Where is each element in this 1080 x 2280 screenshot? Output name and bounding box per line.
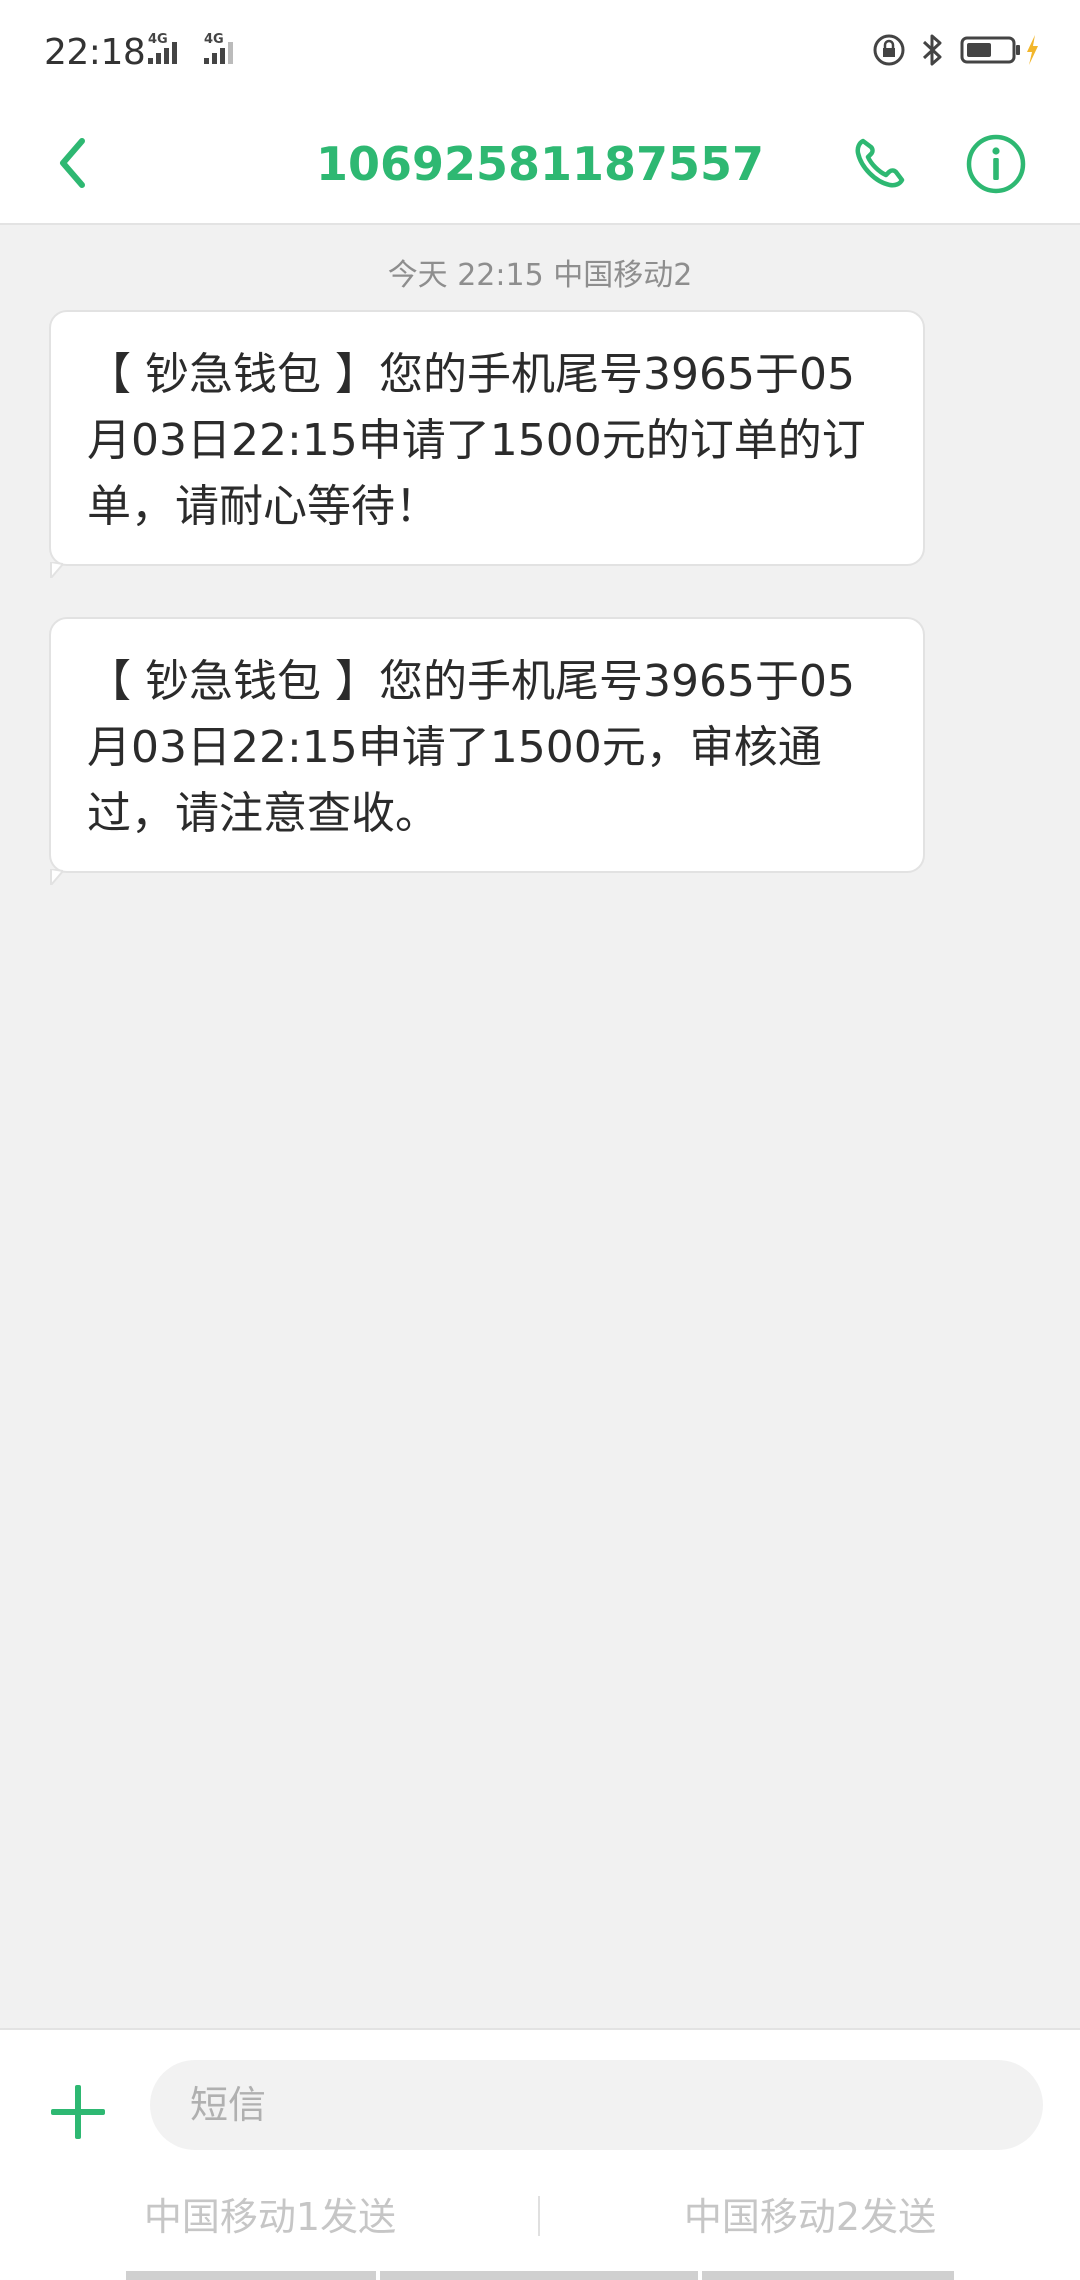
call-button[interactable]	[836, 121, 922, 207]
send-options: 中国移动1发送 中国移动2发送	[0, 2182, 1080, 2252]
add-attachment-button[interactable]	[42, 2076, 114, 2148]
battery-icon	[960, 36, 1020, 64]
bubble-tail	[50, 562, 63, 578]
status-time: 22:18	[44, 32, 146, 73]
nav-indicator	[702, 2271, 954, 2280]
composer-bar: 中国移动1发送 中国移动2发送	[0, 2028, 1080, 2280]
sim2-network-label: 4G	[204, 32, 224, 47]
message-text: 【 钞急钱包 】您的手机尾号3965于05月03日22:15申请了1500元的订…	[87, 349, 866, 532]
sms-conversation-screen: 22:18 4G 4G 10692581187557 今天 22:15 中国移动…	[0, 0, 1080, 2280]
incoming-message-bubble[interactable]: 【 钞急钱包 】您的手机尾号3965于05月03日22:15申请了1500元的订…	[49, 310, 925, 578]
back-button[interactable]	[40, 131, 104, 195]
status-bar: 22:18 4G 4G	[0, 0, 1080, 105]
sim1-signal: 4G	[146, 32, 186, 70]
bubble-tail	[50, 869, 63, 885]
nav-indicator	[380, 2271, 698, 2280]
conversation-header: 10692581187557	[0, 105, 1080, 225]
send-sim2-button[interactable]: 中国移动2发送	[600, 2182, 1020, 2252]
phone-icon	[855, 138, 905, 188]
plus-icon	[51, 2085, 105, 2139]
chevron-left-icon	[60, 138, 85, 188]
sms-input[interactable]	[150, 2060, 1043, 2150]
info-button[interactable]	[953, 121, 1039, 207]
charging-icon	[1027, 35, 1038, 65]
status-icons	[872, 32, 1040, 68]
sim1-network-label: 4G	[148, 32, 168, 47]
message-timestamp: 今天 22:15 中国移动2	[387, 258, 693, 293]
nav-indicator	[126, 2271, 376, 2280]
bluetooth-icon	[922, 34, 942, 66]
message-text: 【 钞急钱包 】您的手机尾号3965于05月03日22:15申请了1500元，审…	[87, 656, 855, 839]
rotation-lock-icon	[873, 34, 905, 66]
contact-number-title: 10692581187557	[315, 137, 765, 191]
info-icon	[966, 134, 1026, 194]
incoming-message-bubble[interactable]: 【 钞急钱包 】您的手机尾号3965于05月03日22:15申请了1500元，审…	[49, 617, 925, 885]
sim2-signal: 4G	[202, 32, 246, 70]
send-sim1-button[interactable]: 中国移动1发送	[60, 2182, 480, 2252]
send-divider	[538, 2196, 540, 2236]
